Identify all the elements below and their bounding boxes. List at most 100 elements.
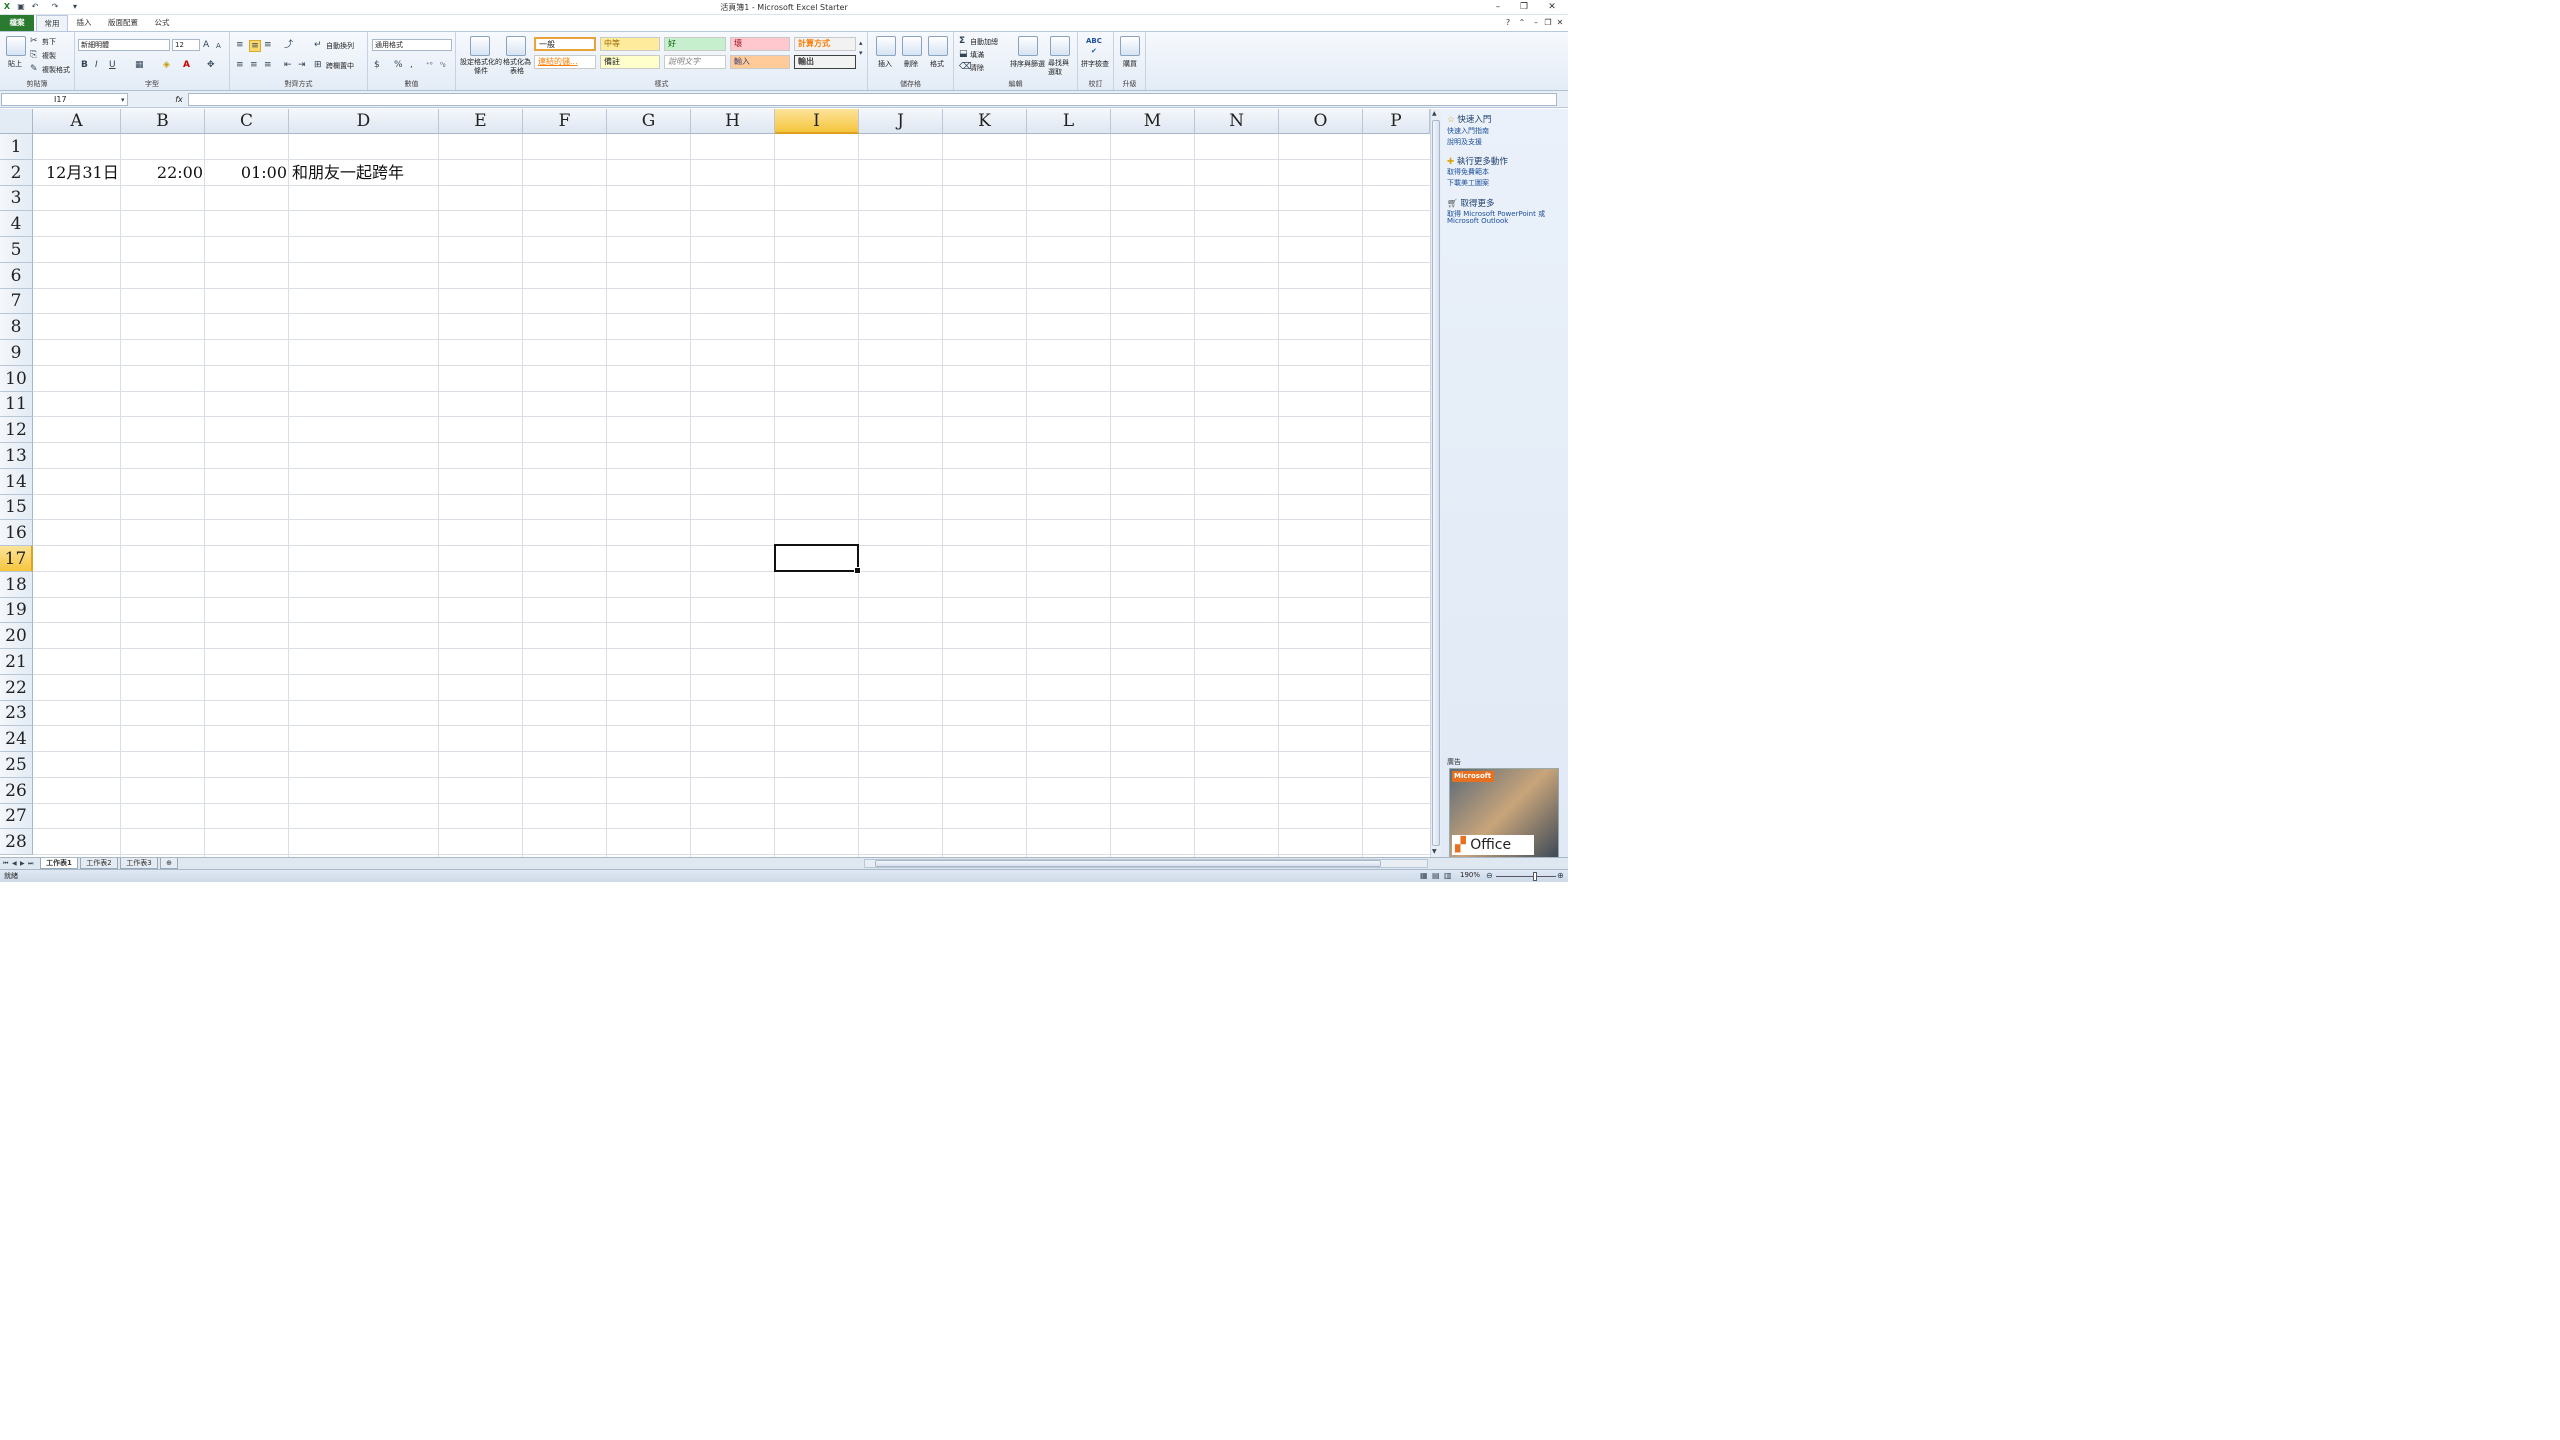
row-header-7[interactable]: 7 <box>0 289 33 314</box>
find-select-button[interactable]: 尋找與選取 <box>1048 59 1072 77</box>
quickstart-guide-link[interactable]: 快速入門指南 <box>1447 126 1489 136</box>
conditional-formatting-icon[interactable] <box>470 36 490 56</box>
cut-icon[interactable]: ✂ <box>30 36 38 46</box>
increase-decimal-icon[interactable]: ⁺⁰ <box>426 60 433 70</box>
sheet-tab-1[interactable]: 工作表1 <box>40 858 78 869</box>
comma-button[interactable]: , <box>410 60 413 70</box>
tab-insert[interactable]: 插入 <box>72 15 96 31</box>
align-bottom-icon[interactable]: ≡ <box>264 40 272 50</box>
clear-button[interactable]: 清除 <box>970 63 984 73</box>
row-header-26[interactable]: 26 <box>0 778 33 804</box>
column-header-M[interactable]: M <box>1111 109 1195 134</box>
shrink-font-icon[interactable]: A <box>216 41 221 51</box>
next-sheet-icon[interactable]: ▶ <box>20 859 25 869</box>
cell-D2[interactable]: 和朋友一起跨年 <box>292 160 404 185</box>
zoom-in-icon[interactable]: ⊕ <box>1557 871 1564 881</box>
tab-file[interactable]: 檔案 <box>0 15 34 31</box>
align-right-icon[interactable]: ≡ <box>264 60 272 70</box>
purchase-icon[interactable] <box>1120 36 1140 56</box>
spell-check-icon[interactable]: ABC ✔ <box>1086 36 1102 56</box>
row-header-17[interactable]: 17 <box>0 546 33 572</box>
align-center-icon[interactable]: ≡ <box>250 60 258 70</box>
align-left-icon[interactable]: ≡ <box>236 60 244 70</box>
style-calculation[interactable]: 計算方式 <box>794 37 856 51</box>
normal-view-icon[interactable]: ▦ <box>1420 871 1428 881</box>
name-box[interactable]: I17 <box>1 93 128 106</box>
style-note[interactable]: 備註 <box>600 55 660 69</box>
row-header-25[interactable]: 25 <box>0 752 33 778</box>
grow-font-icon[interactable]: A <box>203 40 209 50</box>
underline-button[interactable]: U <box>109 60 116 70</box>
autosum-button[interactable]: 自動加總 <box>970 37 998 47</box>
clipart-link[interactable]: 下載美工圖案 <box>1447 178 1489 188</box>
page-layout-view-icon[interactable]: ▤ <box>1432 871 1440 881</box>
paste-icon[interactable] <box>6 36 26 56</box>
decrease-decimal-icon[interactable]: ⁰₀ <box>440 60 446 70</box>
row-header-12[interactable]: 12 <box>0 417 33 443</box>
row-header-2[interactable]: 2 <box>0 160 33 186</box>
column-header-J[interactable]: J <box>859 109 943 134</box>
row-header-1[interactable]: 1 <box>0 134 33 160</box>
italic-button[interactable]: I <box>95 60 98 70</box>
column-header-H[interactable]: H <box>691 109 775 134</box>
row-header-14[interactable]: 14 <box>0 469 33 495</box>
format-as-table-icon[interactable] <box>506 36 526 56</box>
insert-cells-icon[interactable] <box>876 36 896 56</box>
autosum-icon[interactable]: Σ <box>959 36 965 46</box>
paste-button[interactable]: 貼上 <box>8 59 22 69</box>
format-as-table-button[interactable]: 格式化為表格 <box>500 58 534 76</box>
column-header-O[interactable]: O <box>1279 109 1363 134</box>
percent-button[interactable]: % <box>394 60 403 70</box>
merge-center-icon[interactable]: ⊞ <box>314 60 322 70</box>
currency-button[interactable]: $ <box>374 60 380 70</box>
zoom-slider[interactable] <box>1496 876 1556 877</box>
row-header-23[interactable]: 23 <box>0 701 33 726</box>
column-header-D[interactable]: D <box>289 109 439 134</box>
sort-filter-button[interactable]: 排序與篩選 <box>1010 59 1045 69</box>
close-icon[interactable]: ✕ <box>1544 1 1560 13</box>
cell-C2[interactable]: 01:00 <box>205 160 287 185</box>
number-format-select[interactable]: 通用格式 <box>372 39 452 51</box>
wrap-text-button[interactable]: 自動換列 <box>326 41 354 51</box>
style-output[interactable]: 輸出 <box>794 55 856 69</box>
prev-sheet-icon[interactable]: ◀ <box>12 859 17 869</box>
row-header-6[interactable]: 6 <box>0 263 33 289</box>
format-cells-icon[interactable] <box>928 36 948 56</box>
first-sheet-icon[interactable]: ⏮ <box>3 859 8 869</box>
workbook-close-icon[interactable]: ✕ <box>1552 17 1568 29</box>
row-header-15[interactable]: 15 <box>0 495 33 520</box>
style-input[interactable]: 輸入 <box>730 55 790 69</box>
copy-button[interactable]: 複製 <box>42 51 56 61</box>
row-header-11[interactable]: 11 <box>0 392 33 417</box>
wrap-text-icon[interactable]: ↵ <box>314 40 322 50</box>
find-select-icon[interactable] <box>1050 36 1070 56</box>
sheet-tab-2[interactable]: 工作表2 <box>80 858 118 869</box>
format-painter-button[interactable]: 複製格式 <box>42 65 70 75</box>
restore-icon[interactable]: ❐ <box>1516 1 1532 13</box>
tab-formulas[interactable]: 公式 <box>150 15 174 31</box>
style-good[interactable]: 好 <box>664 37 726 51</box>
align-middle-icon[interactable]: ≡ <box>249 40 261 52</box>
style-neutral[interactable]: 中等 <box>600 37 660 51</box>
sheet-tab-3[interactable]: 工作表3 <box>120 858 158 869</box>
page-break-view-icon[interactable]: ▥ <box>1444 871 1452 881</box>
free-templates-link[interactable]: 取得免費範本 <box>1447 167 1489 177</box>
style-explanatory[interactable]: 說明文字 <box>664 55 726 69</box>
row-header-9[interactable]: 9 <box>0 340 33 366</box>
new-sheet-icon[interactable]: ⊕ <box>160 858 178 869</box>
row-header-22[interactable]: 22 <box>0 675 33 701</box>
row-header-3[interactable]: 3 <box>0 186 33 211</box>
font-color-icon[interactable]: A <box>183 60 190 70</box>
tab-page-layout[interactable]: 版面配置 <box>104 15 142 31</box>
column-header-B[interactable]: B <box>121 109 205 134</box>
zoom-slider-knob[interactable] <box>1533 872 1537 881</box>
font-size-select[interactable]: 12 <box>172 39 200 51</box>
sort-filter-icon[interactable] <box>1018 36 1038 56</box>
zoom-out-icon[interactable]: ⊖ <box>1486 871 1493 881</box>
horizontal-scroll-thumb[interactable] <box>875 860 1381 867</box>
align-top-icon[interactable]: ≡ <box>236 40 244 50</box>
worksheet-grid[interactable]: ABCDEFGHIJKLMNOP 1 2 3 4 5 6 7 8 9 10 11 12 13 14 15 16… <box>0 109 1430 857</box>
font-name-select[interactable]: 新細明體 <box>78 39 170 51</box>
cut-button[interactable]: 剪下 <box>42 37 56 47</box>
orientation-icon[interactable]: ⤴ <box>284 40 293 50</box>
